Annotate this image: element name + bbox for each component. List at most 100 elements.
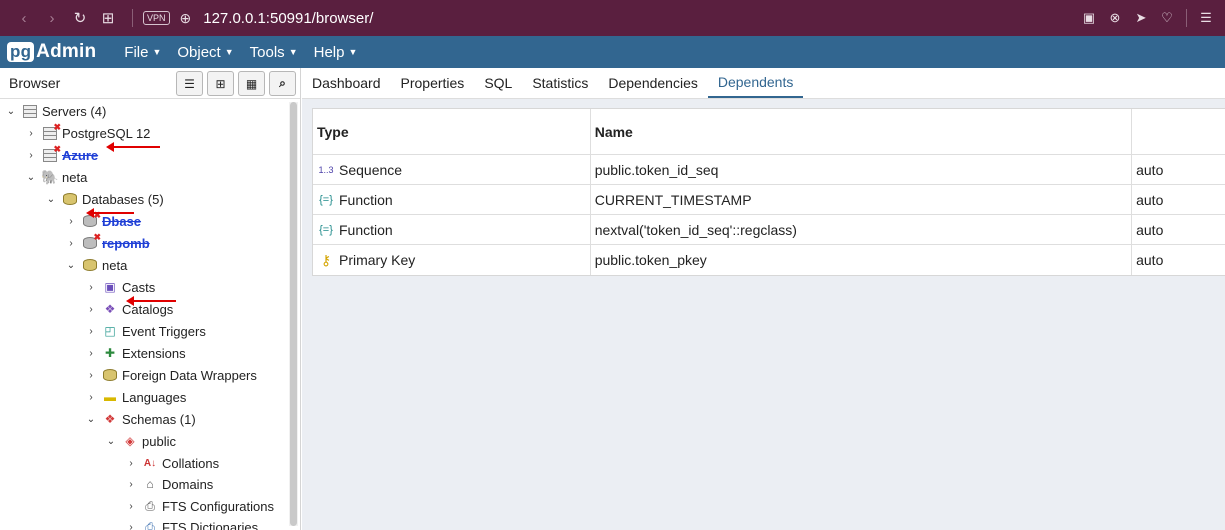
camera-icon[interactable]: ▣ — [1078, 4, 1100, 32]
tree-node-label: PostgreSQL 12 — [62, 125, 151, 141]
chevron-right-icon[interactable]: › — [84, 282, 98, 293]
foreign-data-wrappers-icon — [102, 367, 118, 383]
table-row[interactable]: {=} Function CURRENT_TIMESTAMP auto — [313, 185, 1225, 215]
tree-node-domains[interactable]: › ⌂ Domains — [124, 473, 213, 495]
reload-icon[interactable]: ↻ — [66, 4, 94, 32]
grid-icon[interactable]: ⊞ — [94, 4, 122, 32]
main-panel: Dashboard Properties SQL Statistics Depe… — [302, 68, 1225, 530]
type-label: Function — [339, 191, 393, 208]
chevron-right-icon[interactable]: › — [84, 348, 98, 359]
forward-icon[interactable]: › — [38, 4, 66, 32]
back-icon[interactable]: ‹ — [10, 4, 38, 32]
tree-node-schemas[interactable]: ⌄ ❖ Schemas (1) — [84, 408, 196, 430]
chevron-right-icon[interactable]: › — [124, 522, 138, 530]
view-data-button[interactable]: ⊞ — [207, 71, 234, 96]
tab-properties[interactable]: Properties — [391, 67, 475, 98]
search-objects-button[interactable]: ⌕ — [269, 71, 296, 96]
menu-file[interactable]: File ▼ — [116, 44, 169, 61]
chevron-right-icon[interactable]: › — [124, 458, 138, 469]
chevron-down-icon[interactable]: ⌄ — [84, 414, 98, 425]
chevron-right-icon[interactable]: › — [84, 370, 98, 381]
cell-type: {=} Function — [313, 215, 591, 244]
chevron-right-icon[interactable]: › — [124, 501, 138, 512]
annotation-arrow — [106, 142, 160, 152]
scrollbar-thumb[interactable] — [290, 102, 297, 526]
sequence-icon: 1..3 — [318, 164, 334, 175]
app-navbar: pg Admin File ▼ Object ▼ Tools ▼ Help ▼ — [0, 36, 1225, 68]
tree-node-label: FTS Dictionaries — [162, 519, 259, 530]
chevron-right-icon[interactable]: › — [64, 238, 78, 249]
tree-node-casts[interactable]: › ▣ Casts — [84, 276, 155, 298]
chevron-down-icon[interactable]: ⌄ — [4, 106, 18, 117]
tree-node-server[interactable]: › ✖ Azure — [24, 144, 98, 166]
table-header-row: Type Name — [313, 109, 1225, 155]
tab-dashboard[interactable]: Dashboard — [302, 67, 391, 98]
tree-node-label: Foreign Data Wrappers — [122, 367, 257, 383]
chevron-right-icon[interactable]: › — [124, 479, 138, 490]
menu-file-label: File — [124, 43, 149, 61]
filtered-rows-button[interactable]: ▦ — [238, 71, 265, 96]
tree-node-database-neta[interactable]: ⌄ neta — [64, 254, 128, 276]
server-disconnected-icon: ✖ — [42, 122, 61, 141]
tab-sql[interactable]: SQL — [474, 67, 522, 98]
query-tool-button[interactable]: ☰ — [176, 71, 203, 96]
chevron-down-icon[interactable]: ⌄ — [44, 194, 58, 205]
chevron-right-icon[interactable]: › — [24, 128, 38, 139]
tree-node-collations[interactable]: › A↓ Collations — [124, 452, 219, 474]
tree-node-server[interactable]: › ✖ PostgreSQL 12 — [24, 122, 150, 144]
tab-dependents[interactable]: Dependents — [707, 67, 804, 98]
table-row[interactable]: ⚷ Primary Key public.token_pkey auto — [313, 245, 1225, 275]
chevron-right-icon[interactable]: › — [84, 304, 98, 315]
chevron-right-icon[interactable]: › — [64, 216, 78, 227]
tree-node-server-neta[interactable]: ⌄ 🐘 neta — [24, 166, 88, 188]
tree-node-label: Extensions — [122, 345, 186, 361]
column-header-type[interactable]: Type — [313, 109, 591, 154]
chevron-down-icon[interactable]: ⌄ — [24, 172, 38, 183]
browser-toolbar-buttons: ☰ ⊞ ▦ ⌕ — [176, 71, 296, 96]
menu-tools-label: Tools — [249, 43, 285, 61]
tree-node-schema-public[interactable]: ⌄ ◈ public — [104, 430, 176, 452]
tree-node-fts-dictionaries[interactable]: › ⎙ FTS Dictionaries — [124, 516, 258, 530]
tab-statistics[interactable]: Statistics — [522, 67, 598, 98]
chevron-down-icon[interactable]: ⌄ — [104, 436, 118, 447]
main-menu: File ▼ Object ▼ Tools ▼ Help ▼ — [116, 44, 365, 61]
cell-type: ⚷ Primary Key — [313, 245, 591, 275]
logo-text: Admin — [36, 41, 97, 62]
tree-node-database[interactable]: › ✖ repomb — [64, 232, 149, 254]
databases-icon — [62, 191, 78, 207]
chevron-right-icon[interactable]: › — [84, 392, 98, 403]
tree-node-languages[interactable]: › ▬ Languages — [84, 386, 186, 408]
tree-node-fts-configurations[interactable]: › ⎙ FTS Configurations — [124, 495, 274, 517]
chevron-right-icon[interactable]: › — [84, 326, 98, 337]
tree-node-databases[interactable]: ⌄ Databases (5) — [44, 188, 164, 210]
send-icon[interactable]: ➤ — [1130, 4, 1152, 32]
type-label: Sequence — [339, 161, 403, 178]
menu-object[interactable]: Object ▼ — [169, 44, 241, 61]
tree-node-extensions[interactable]: › ✚ Extensions — [84, 342, 186, 364]
vpn-badge[interactable]: VPN — [143, 11, 170, 25]
tree-node-label: Databases (5) — [82, 191, 164, 207]
heart-icon[interactable]: ♡ — [1156, 4, 1178, 32]
block-icon[interactable]: ⊗ — [1104, 4, 1126, 32]
table-row[interactable]: 1..3 Sequence public.token_id_seq auto — [313, 155, 1225, 185]
chevron-right-icon[interactable]: › — [24, 150, 38, 161]
pgadmin-logo[interactable]: pg Admin — [7, 41, 96, 63]
tab-dependencies[interactable]: Dependencies — [598, 67, 708, 98]
search-icon: ⌕ — [279, 76, 286, 90]
table-row[interactable]: {=} Function nextval('token_id_seq'::reg… — [313, 215, 1225, 245]
tree-node-foreign-data-wrappers[interactable]: › Foreign Data Wrappers — [84, 364, 257, 386]
toolbar-divider — [1186, 9, 1187, 27]
menu-tools[interactable]: Tools ▼ — [242, 44, 306, 61]
column-header-name[interactable]: Name — [591, 109, 1133, 154]
menu-icon[interactable]: ☰ — [1195, 4, 1217, 32]
column-header-restriction[interactable] — [1132, 109, 1225, 154]
tree-node-event-triggers[interactable]: › ◰ Event Triggers — [84, 320, 206, 342]
menu-help[interactable]: Help ▼ — [306, 44, 366, 61]
tree-node-servers[interactable]: ⌄ Servers (4) — [4, 100, 107, 122]
tree-scrollbar[interactable] — [289, 102, 298, 526]
tree-node-label: Event Triggers — [122, 323, 206, 339]
address-bar[interactable]: 127.0.0.1:50991/browser/ — [203, 10, 373, 27]
database-disconnected-icon: ✖ — [82, 232, 101, 251]
schema-icon: ◈ — [125, 434, 135, 448]
chevron-down-icon[interactable]: ⌄ — [64, 260, 78, 271]
